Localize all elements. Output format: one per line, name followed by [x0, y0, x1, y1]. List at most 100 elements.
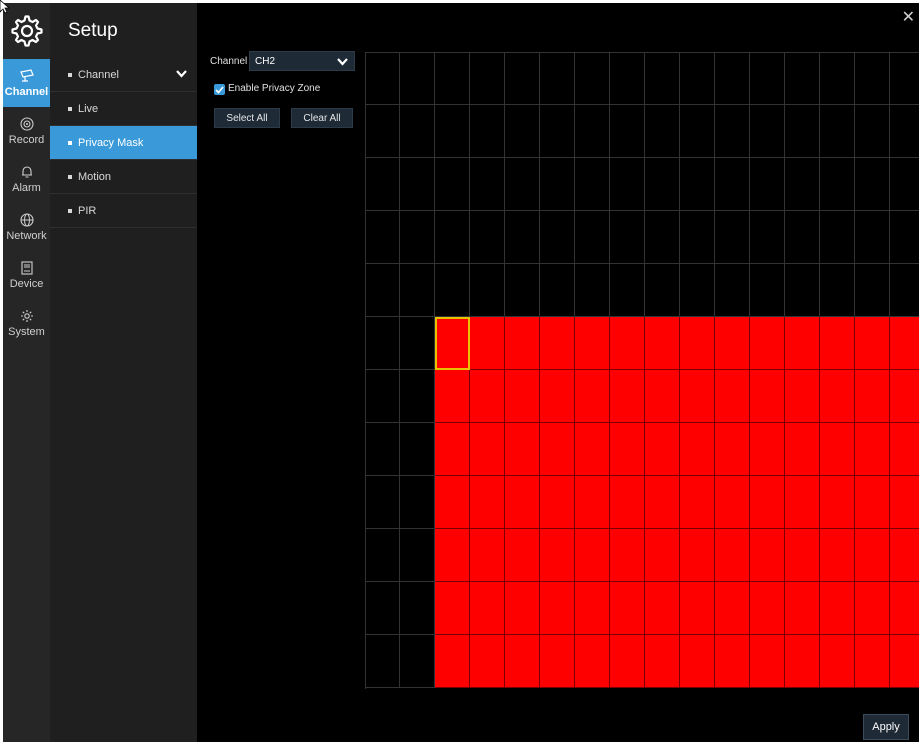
mask-cell[interactable] — [890, 158, 919, 211]
mask-cell[interactable] — [750, 476, 785, 529]
mask-cell[interactable] — [715, 476, 750, 529]
mask-cell[interactable] — [785, 105, 820, 158]
mask-cell[interactable] — [890, 211, 919, 264]
mask-cell[interactable] — [470, 476, 505, 529]
mask-cell[interactable] — [890, 635, 919, 688]
mask-cell[interactable] — [715, 370, 750, 423]
mask-cell[interactable] — [575, 423, 610, 476]
mask-cell[interactable] — [365, 423, 400, 476]
mask-cell[interactable] — [610, 317, 645, 370]
mask-cell[interactable] — [505, 529, 540, 582]
mask-cell[interactable] — [540, 423, 575, 476]
mask-cell[interactable] — [610, 423, 645, 476]
rail-item-alarm[interactable]: Alarm — [3, 155, 50, 203]
mask-cell[interactable] — [470, 635, 505, 688]
mask-cell[interactable] — [750, 158, 785, 211]
rail-item-system[interactable]: System — [3, 299, 50, 347]
rail-item-record[interactable]: Record — [3, 107, 50, 155]
rail-item-device[interactable]: Device — [3, 251, 50, 299]
mask-cell[interactable] — [855, 158, 890, 211]
mask-cell[interactable] — [820, 211, 855, 264]
mask-cell[interactable] — [820, 476, 855, 529]
mask-cell[interactable] — [540, 52, 575, 105]
mask-cell[interactable] — [470, 158, 505, 211]
submenu-item-channel[interactable]: Channel — [50, 58, 197, 92]
mask-cell[interactable] — [680, 476, 715, 529]
mask-cell[interactable] — [890, 317, 919, 370]
mask-cell[interactable] — [365, 52, 400, 105]
mask-cell[interactable] — [470, 529, 505, 582]
mask-cell[interactable] — [855, 264, 890, 317]
mask-cell[interactable] — [505, 476, 540, 529]
mask-cell[interactable] — [855, 317, 890, 370]
mask-cell[interactable] — [855, 105, 890, 158]
mask-cell[interactable] — [680, 264, 715, 317]
mask-cell[interactable] — [470, 52, 505, 105]
mask-cell[interactable] — [820, 529, 855, 582]
mask-cell[interactable] — [435, 211, 470, 264]
mask-cell[interactable] — [610, 105, 645, 158]
mask-cell[interactable] — [505, 370, 540, 423]
mask-cell[interactable] — [540, 582, 575, 635]
mask-cell[interactable] — [645, 423, 680, 476]
mask-cell[interactable] — [610, 529, 645, 582]
mask-cell[interactable] — [785, 423, 820, 476]
mask-cell[interactable] — [400, 211, 435, 264]
mask-cell[interactable] — [505, 423, 540, 476]
mask-cell[interactable] — [855, 423, 890, 476]
mask-cell[interactable] — [680, 52, 715, 105]
mask-cell[interactable] — [365, 264, 400, 317]
mask-cell[interactable] — [785, 476, 820, 529]
mask-cell[interactable] — [715, 582, 750, 635]
mask-cell[interactable] — [505, 211, 540, 264]
mask-cell[interactable] — [820, 582, 855, 635]
mask-cell[interactable] — [470, 105, 505, 158]
mask-cell[interactable] — [645, 211, 680, 264]
mask-cell[interactable] — [820, 317, 855, 370]
mask-cell[interactable] — [750, 52, 785, 105]
mask-cell[interactable] — [610, 370, 645, 423]
mask-cell[interactable] — [820, 635, 855, 688]
mask-cell[interactable] — [855, 582, 890, 635]
mask-cell[interactable] — [365, 476, 400, 529]
mask-cell[interactable] — [750, 211, 785, 264]
submenu-item-pir[interactable]: PIR — [50, 194, 197, 228]
mask-cell[interactable] — [575, 370, 610, 423]
mask-cell[interactable] — [820, 158, 855, 211]
mask-cell[interactable] — [645, 105, 680, 158]
rail-item-network[interactable]: Network — [3, 203, 50, 251]
mask-cell[interactable] — [540, 370, 575, 423]
mask-cell[interactable] — [435, 105, 470, 158]
enable-privacy-zone-checkbox[interactable] — [214, 84, 225, 95]
submenu-item-live[interactable]: Live — [50, 92, 197, 126]
mask-cell[interactable] — [715, 635, 750, 688]
mask-cell[interactable] — [785, 582, 820, 635]
mask-cell[interactable] — [680, 529, 715, 582]
mask-cell[interactable] — [540, 635, 575, 688]
mask-cell[interactable] — [855, 476, 890, 529]
mask-cell[interactable] — [855, 211, 890, 264]
mask-cell[interactable] — [505, 264, 540, 317]
mask-cell[interactable] — [750, 635, 785, 688]
mask-cell[interactable] — [400, 582, 435, 635]
mask-cell[interactable] — [610, 635, 645, 688]
mask-cell[interactable] — [785, 211, 820, 264]
mask-cell[interactable] — [750, 423, 785, 476]
mask-cell[interactable] — [645, 476, 680, 529]
mask-cell[interactable] — [540, 476, 575, 529]
mask-cell[interactable] — [365, 317, 400, 370]
mask-cell[interactable] — [400, 105, 435, 158]
mask-cell[interactable] — [470, 264, 505, 317]
apply-button[interactable]: Apply — [863, 714, 909, 740]
mask-cell[interactable] — [575, 635, 610, 688]
mask-cell[interactable] — [470, 582, 505, 635]
mask-cell[interactable] — [365, 105, 400, 158]
mask-cell[interactable] — [890, 476, 919, 529]
mask-cell[interactable] — [400, 423, 435, 476]
mask-cell[interactable] — [435, 476, 470, 529]
mask-cell[interactable] — [575, 529, 610, 582]
mask-cell[interactable] — [505, 635, 540, 688]
mask-cell[interactable] — [435, 582, 470, 635]
mask-cell[interactable] — [435, 423, 470, 476]
mask-cell[interactable] — [365, 158, 400, 211]
